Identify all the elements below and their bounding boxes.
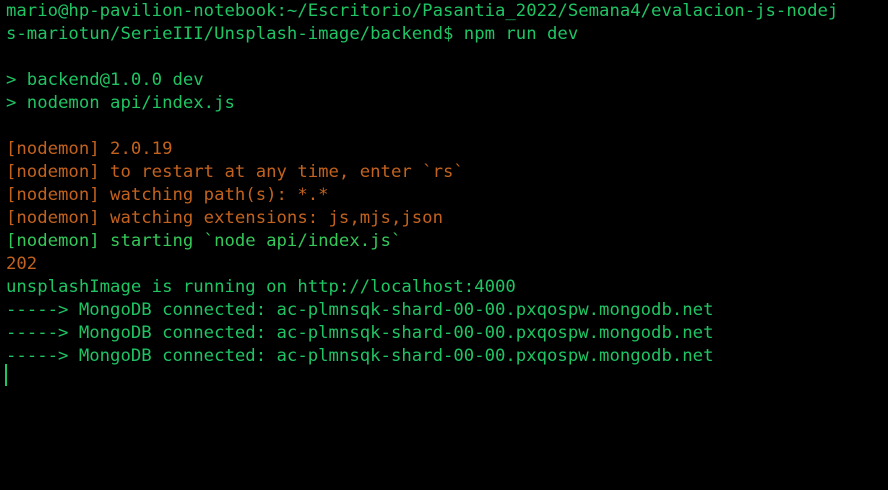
- terminal-line: mario@hp-pavilion-notebook:~/Escritorio/…: [6, 1, 839, 21]
- terminal-window[interactable]: mario@hp-pavilion-notebook:~/Escritorio/…: [0, 0, 888, 490]
- terminal-line: > nodemon api/index.js: [6, 93, 235, 113]
- mongodb-status-line: -----> MongoDB connected: ac-plmnsqk-sha…: [6, 300, 714, 320]
- nodemon-line: [nodemon] 2.0.19: [6, 139, 173, 159]
- text-cursor: [5, 364, 7, 386]
- terminal-line: 202: [6, 254, 38, 274]
- terminal-line: s-mariotun/SerieIII/Unsplash-image/backe…: [6, 24, 579, 44]
- server-status-line: unsplashImage is running on http://local…: [6, 277, 516, 297]
- terminal-line: > backend@1.0.0 dev: [6, 70, 204, 90]
- nodemon-line: [nodemon] watching extensions: js,mjs,js…: [6, 208, 443, 228]
- nodemon-line: [nodemon] starting `node api/index.js`: [6, 231, 402, 251]
- mongodb-status-line: -----> MongoDB connected: ac-plmnsqk-sha…: [6, 346, 714, 366]
- mongodb-status-line: -----> MongoDB connected: ac-plmnsqk-sha…: [6, 323, 714, 343]
- nodemon-line: [nodemon] to restart at any time, enter …: [6, 162, 464, 182]
- terminal-output: mario@hp-pavilion-notebook:~/Escritorio/…: [6, 0, 838, 368]
- nodemon-line: [nodemon] watching path(s): *.*: [6, 185, 329, 205]
